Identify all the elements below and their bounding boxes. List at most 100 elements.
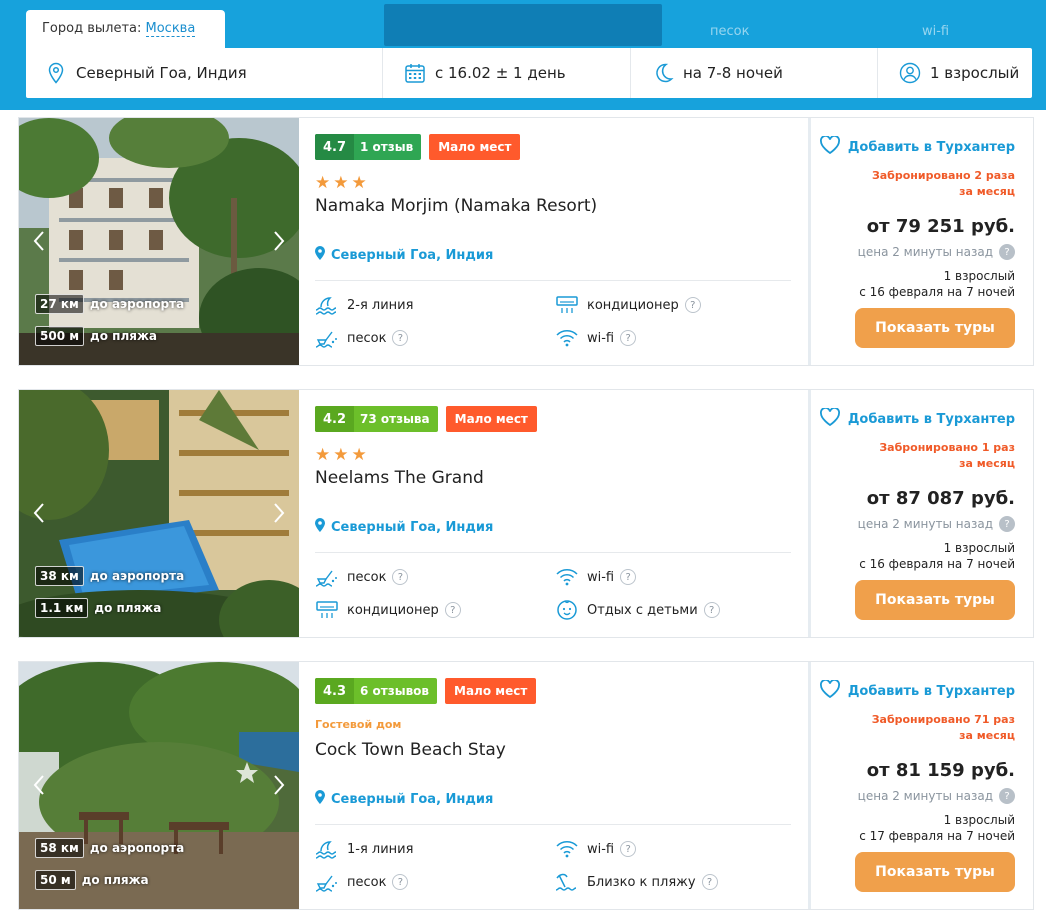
divider [315, 280, 791, 281]
price-age-text: цена 2 минуты назад [857, 517, 993, 531]
hotel-stars: ★★★ [315, 445, 370, 465]
few-places-badge: Мало мест [445, 406, 537, 432]
help-icon[interactable]: ? [999, 244, 1015, 260]
beach-distance: 1.1 км до пляжа [35, 598, 161, 618]
beach-distance-label: до пляжа [94, 601, 162, 615]
hotel-info: 4.2 73 отзыва Мало мест ★★★ Neelams The … [315, 390, 793, 637]
hotel-name[interactable]: Neelams The Grand [315, 468, 484, 488]
amenity-item: Близко к пляжу ? [555, 871, 718, 893]
divider [315, 824, 791, 825]
photo-prev-arrow[interactable] [29, 498, 49, 528]
rating-badge[interactable]: 4.2 73 отзыва [315, 406, 438, 432]
rating-score: 4.3 [315, 678, 355, 704]
user-icon [898, 61, 922, 85]
accommodation-type: Гостевой дом [315, 718, 402, 731]
beach-distance-value: 50 м [35, 870, 76, 890]
beach-icon [555, 871, 581, 893]
photo-next-arrow[interactable] [269, 226, 289, 256]
help-icon[interactable]: ? [701, 874, 718, 890]
hotel-photo[interactable]: 27 км до аэропорта 500 м до пляжа [19, 118, 299, 365]
scrolled-content-ghost: песок wi-fi [300, 0, 1046, 48]
rating-row: 4.3 6 отзывов Мало мест [315, 678, 537, 704]
baby-icon [555, 599, 581, 621]
hotel-photo[interactable]: 58 км до аэропорта 50 м до пляжа [19, 662, 299, 909]
wishlist-label: Добавить в Турхантер [847, 683, 1015, 699]
rating-score: 4.2 [315, 406, 355, 432]
airport-distance: 38 км до аэропорта [35, 566, 184, 586]
hotel-info: 4.3 6 отзывов Мало мест Гостевой дом Coc… [315, 662, 793, 909]
help-icon[interactable]: ? [620, 569, 637, 585]
nights-value: на 7-8 ночей [683, 64, 783, 82]
amenity-item: Отдых с детьми ? [555, 599, 720, 621]
add-to-wishlist-link[interactable]: Добавить в Турхантер [819, 135, 1015, 158]
photo-next-arrow[interactable] [269, 770, 289, 800]
amenity-label: Близко к пляжу [587, 874, 696, 890]
location-pin-icon [44, 61, 68, 85]
help-icon[interactable]: ? [620, 841, 637, 857]
help-icon[interactable]: ? [392, 330, 409, 346]
amenity-label: песок [347, 874, 387, 890]
airport-distance-value: 38 км [35, 566, 84, 586]
hotel-name[interactable]: Cock Town Beach Stay [315, 740, 506, 760]
nights-field[interactable]: на 7-8 ночей [631, 48, 878, 98]
hotel-location[interactable]: Северный Гоа, Индия [315, 518, 493, 536]
waves-icon [315, 294, 341, 316]
amenity-item: кондиционер ? [315, 599, 461, 621]
tourists-value: 1 взрослый [930, 64, 1020, 82]
price-panel: Добавить в Турхантер Забронировано 2 раз… [808, 118, 1033, 365]
chevron-right-icon [274, 503, 285, 523]
help-icon[interactable]: ? [392, 874, 409, 890]
help-icon[interactable]: ? [999, 516, 1015, 532]
tour-details: 1 взрослый с 16 февраля на 7 ночей [859, 268, 1015, 300]
location-pin-icon [315, 246, 325, 264]
booked-count: Забронировано 71 раз за месяц [871, 713, 1015, 742]
beach-distance-value: 1.1 км [35, 598, 89, 618]
beach-distance-label: до пляжа [90, 329, 157, 343]
help-icon[interactable]: ? [999, 788, 1015, 804]
add-to-wishlist-link[interactable]: Добавить в Турхантер [819, 679, 1015, 702]
show-tours-button[interactable]: Показать туры [855, 580, 1015, 620]
dates-value: с 16.02 ± 1 день [435, 64, 566, 82]
amenity-label: wi-fi [587, 841, 615, 857]
wifi-icon [555, 327, 581, 349]
amenity-label: 2-я линия [347, 297, 414, 313]
airport-distance: 58 км до аэропорта [35, 838, 184, 858]
airport-distance-label: до аэропорта [89, 569, 185, 583]
amenity-label: кондиционер [587, 297, 679, 313]
hotel-location[interactable]: Северный Гоа, Индия [315, 790, 493, 808]
help-icon[interactable]: ? [684, 297, 701, 313]
beach-distance: 50 м до пляжа [35, 870, 149, 890]
add-to-wishlist-link[interactable]: Добавить в Турхантер [819, 407, 1015, 430]
hotel-photo[interactable]: 38 км до аэропорта 1.1 км до пляжа [19, 390, 299, 637]
departure-city-link[interactable]: Москва [145, 21, 196, 37]
photo-prev-arrow[interactable] [29, 226, 49, 256]
tour-dates-text: с 16 февраля на 7 ночей [859, 285, 1015, 299]
help-icon[interactable]: ? [703, 602, 720, 618]
search-panel: песок wi-fi Город вылета: Москва Северны… [0, 0, 1046, 110]
few-places-badge: Мало мест [429, 134, 521, 160]
date-field[interactable]: с 16.02 ± 1 день [383, 48, 631, 98]
help-icon[interactable]: ? [620, 330, 637, 346]
help-icon[interactable]: ? [392, 569, 409, 585]
show-tours-button[interactable]: Показать туры [855, 308, 1015, 348]
rating-badge[interactable]: 4.3 6 отзывов [315, 678, 438, 704]
tourists-field[interactable]: 1 взрослый [878, 48, 1032, 98]
chevron-left-icon [33, 503, 44, 523]
show-tours-button[interactable]: Показать туры [855, 852, 1015, 892]
rating-badge[interactable]: 4.7 1 отзыв [315, 134, 422, 160]
photo-prev-arrow[interactable] [29, 770, 49, 800]
help-icon[interactable]: ? [444, 602, 461, 618]
destination-field[interactable]: Северный Гоа, Индия [26, 48, 383, 98]
hotel-name[interactable]: Namaka Morjim (Namaka Resort) [315, 196, 597, 216]
tour-price: от 79 251 руб. [866, 216, 1015, 237]
photo-next-arrow[interactable] [269, 498, 289, 528]
hotel-card: 58 км до аэропорта 50 м до пляжа 4.3 6 о… [18, 661, 1034, 910]
hotel-location[interactable]: Северный Гоа, Индия [315, 246, 493, 264]
tourists-text: 1 взрослый [943, 813, 1015, 827]
price-freshness: цена 2 минуты назад ? [858, 244, 1015, 260]
amenity-item: wi-fi ? [555, 327, 637, 349]
location-text: Северный Гоа, Индия [331, 519, 494, 535]
amenity-label: Отдых с детьми [587, 602, 698, 618]
price-freshness: цена 2 минуты назад ? [858, 788, 1015, 804]
calendar-icon [403, 61, 427, 85]
